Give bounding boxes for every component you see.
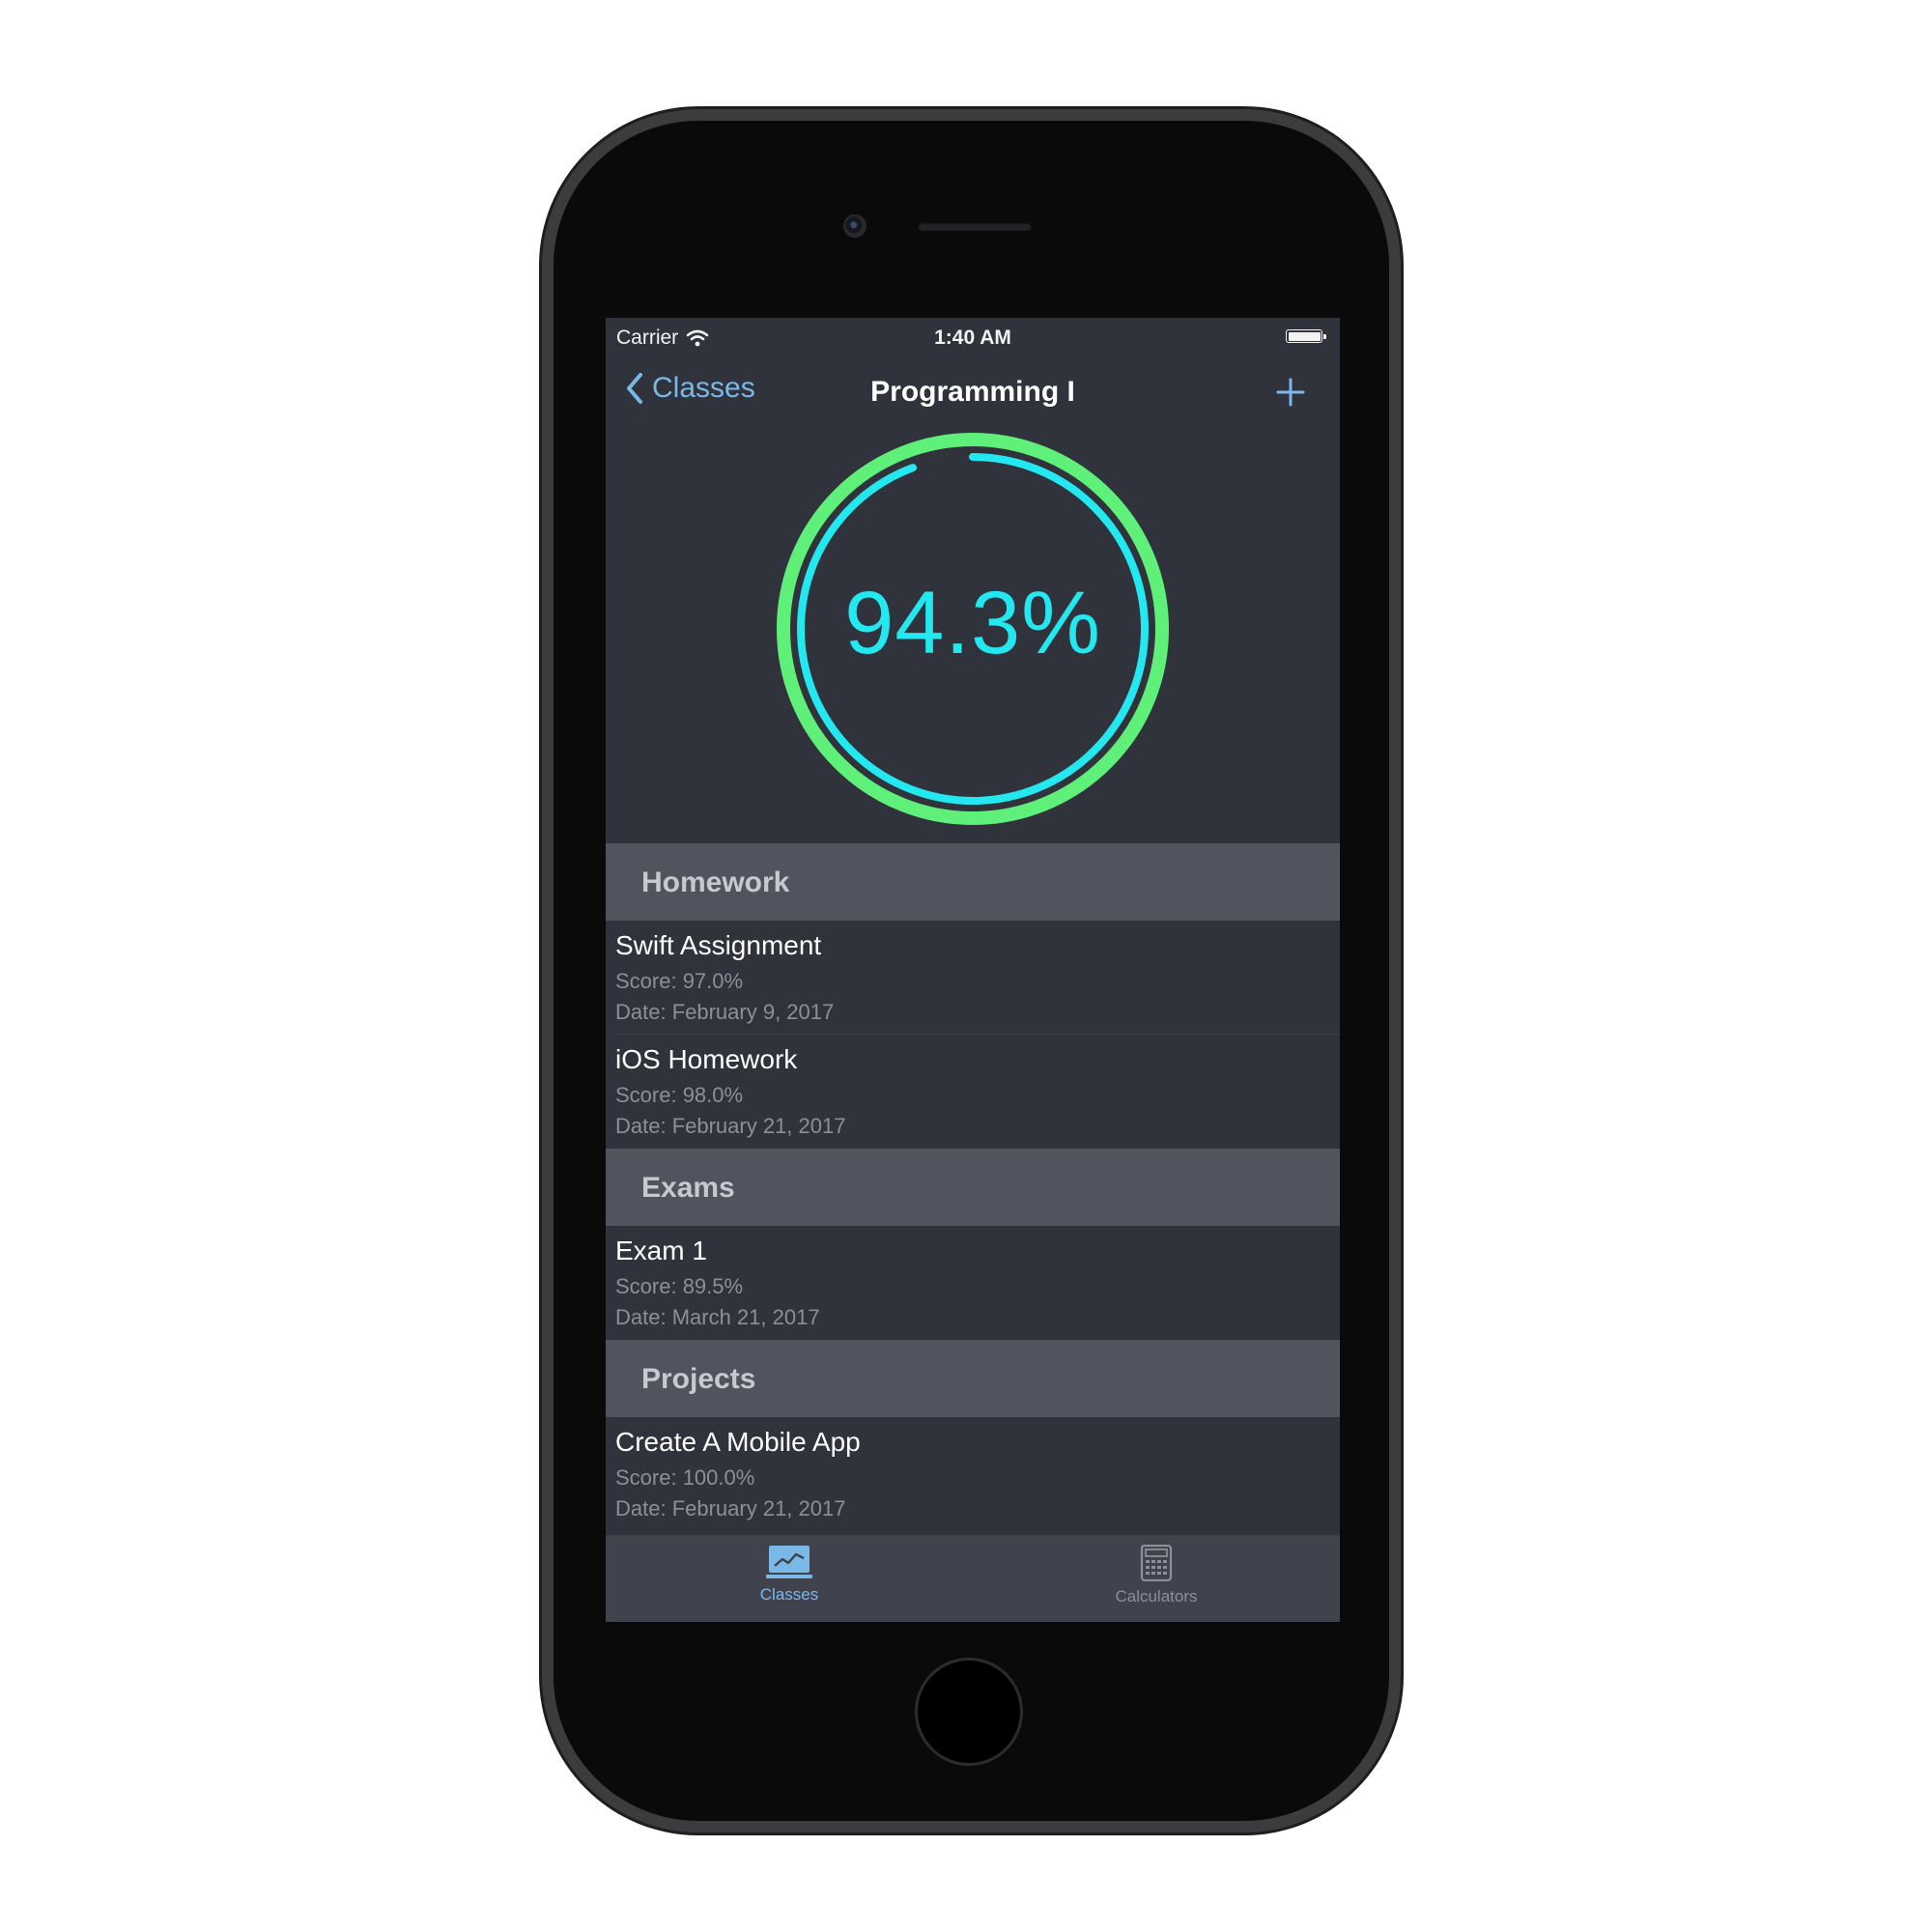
app-screen: Carrier 1:40 AM Classes Programming I 94… bbox=[606, 318, 1340, 1622]
section-header-projects: Projects bbox=[606, 1340, 1340, 1417]
home-button[interactable] bbox=[915, 1658, 1023, 1766]
item-title: iOS Homework bbox=[615, 1044, 798, 1074]
front-camera bbox=[843, 214, 867, 238]
battery-icon bbox=[1286, 329, 1326, 343]
item-date: Date: February 21, 2017 bbox=[615, 1496, 846, 1520]
grade-summary: 94.3% bbox=[606, 426, 1340, 843]
plus-icon[interactable] bbox=[1276, 378, 1305, 407]
list-item[interactable]: Swift Assignment Score: 97.0% Date: Febr… bbox=[606, 921, 1340, 1035]
chart-icon bbox=[766, 1546, 812, 1578]
list-item[interactable]: iOS Homework Score: 98.0% Date: February… bbox=[606, 1035, 1340, 1149]
grade-percentage: 94.3% bbox=[844, 574, 1101, 672]
list-item[interactable]: Exam 1 Score: 89.5% Date: March 21, 2017 bbox=[606, 1226, 1340, 1340]
item-score: Score: 98.0% bbox=[615, 1083, 744, 1107]
section-header-exams: Exams bbox=[606, 1149, 1340, 1226]
power-button bbox=[1389, 452, 1395, 556]
tab-calculators[interactable]: Calculators bbox=[1069, 1545, 1243, 1606]
navigation-bar: Classes Programming I bbox=[606, 356, 1340, 426]
tab-classes-label: Classes bbox=[759, 1585, 819, 1604]
tab-bar: Classes Calculators bbox=[606, 1535, 1340, 1622]
page-title: Programming I bbox=[870, 376, 1075, 408]
item-title: Swift Assignment bbox=[615, 930, 822, 960]
item-title: Create A Mobile App bbox=[615, 1427, 861, 1457]
item-score: Score: 100.0% bbox=[615, 1465, 755, 1490]
mute-switch bbox=[547, 326, 553, 382]
tab-classes[interactable]: Classes bbox=[702, 1545, 876, 1605]
item-title: Exam 1 bbox=[615, 1236, 707, 1265]
item-date: Date: February 21, 2017 bbox=[615, 1114, 846, 1138]
item-date: Date: February 9, 2017 bbox=[615, 1000, 835, 1024]
list-item[interactable]: Create A Mobile App Score: 100.0% Date: … bbox=[606, 1417, 1340, 1531]
item-date: Date: March 21, 2017 bbox=[615, 1305, 820, 1329]
section-header-homework: Homework bbox=[606, 843, 1340, 921]
earpiece-speaker bbox=[918, 222, 1032, 231]
calculator-icon bbox=[1140, 1545, 1173, 1581]
item-score: Score: 97.0% bbox=[615, 969, 744, 993]
item-score: Score: 89.5% bbox=[615, 1274, 744, 1298]
clock: 1:40 AM bbox=[934, 327, 1011, 349]
status-bar: Carrier 1:40 AM bbox=[606, 318, 1340, 356]
volume-down-button bbox=[547, 586, 553, 691]
tab-calculators-label: Calculators bbox=[1115, 1587, 1198, 1605]
volume-up-button bbox=[547, 452, 553, 556]
